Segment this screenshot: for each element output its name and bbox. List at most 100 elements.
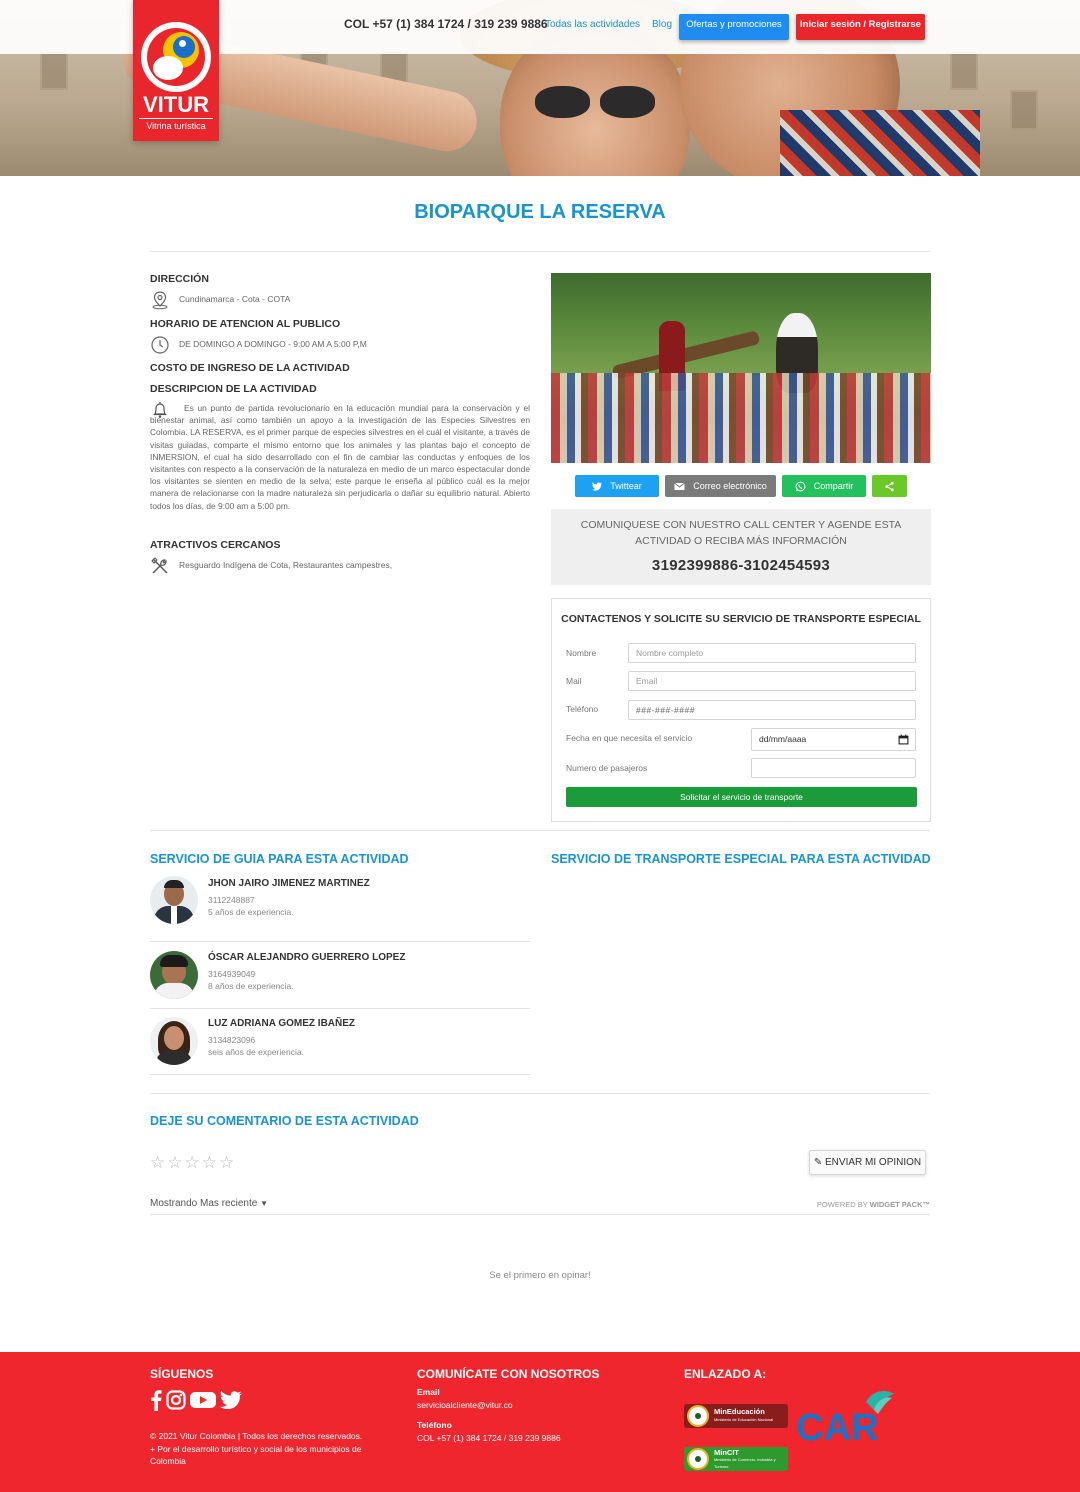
- colombia-seal-icon: [687, 1448, 709, 1470]
- nav-all-activities[interactable]: Todas las actividades: [545, 19, 640, 30]
- avatar: [150, 876, 198, 924]
- sort-dropdown[interactable]: Mostrando Mas reciente ▼: [150, 1198, 268, 1209]
- sort-value: Mas reciente: [200, 1198, 258, 1209]
- brand-name: VITUR: [143, 92, 209, 117]
- comments-title: DEJE SU COMENTARIO DE ESTA ACTIVIDAD: [150, 1114, 419, 1128]
- guide-experience: 5 años de experiencia.: [208, 907, 294, 917]
- passengers-input[interactable]: [751, 758, 916, 778]
- pencil-icon: ✎: [813, 1157, 823, 1168]
- contact-heading: COMUNÍCATE CON NOSOTROS: [417, 1367, 600, 1381]
- address-heading: DIRECCIÓN: [150, 273, 209, 285]
- form-title: CONTACTENOS Y SOLICITE SU SERVICIO DE TR…: [561, 613, 921, 625]
- brand-tagline: Vitrina turística: [139, 118, 213, 131]
- activity-photo: [551, 273, 931, 463]
- name-input[interactable]: Nombre completo: [628, 643, 916, 663]
- description-heading: DESCRIPCION DE LA ACTIVIDAD: [150, 383, 317, 395]
- divider: [150, 1214, 930, 1215]
- copyright: © 2021 Vitur Colombia | Todos los derech…: [150, 1430, 390, 1468]
- page-title: BIOPARQUE LA RESERVA: [414, 201, 666, 223]
- star-icon[interactable]: ☆: [219, 1153, 236, 1173]
- guide-name: ÓSCAR ALEJANDRO GUERRERO LOPEZ: [208, 952, 406, 963]
- header-phone: COL +57 (1) 384 1724 / 319 239 9886: [344, 17, 548, 31]
- guide-experience: 8 años de experiencia.: [208, 981, 294, 991]
- divider: [150, 251, 930, 252]
- copyright-text: © 2021 Vitur Colombia | Todos los derech…: [150, 1431, 363, 1441]
- caret-down-icon: ▼: [260, 1199, 268, 1208]
- email-label: Email: [417, 1387, 440, 1397]
- guide-name: LUZ ADRIANA GOMEZ IBAÑEZ: [208, 1018, 356, 1029]
- phone-label: Teléfono: [566, 704, 599, 714]
- whatsapp-share-button[interactable]: Compartir: [782, 475, 866, 497]
- transport-title: SERVICIO DE TRANSPORTE ESPECIAL PARA EST…: [551, 852, 931, 866]
- follow-heading: SÍGUENOS: [150, 1367, 214, 1381]
- guide-name: JHON JAIRO JIMENEZ MARTINEZ: [208, 878, 370, 889]
- footer-email-link[interactable]: servicioalcliente@vitur.co: [417, 1399, 561, 1412]
- mineducacion-logo[interactable]: MinEducación Ministerio de Educación Nac…: [684, 1404, 788, 1428]
- send-opinion-button[interactable]: ✎ ENVIAR MI OPINION: [809, 1150, 926, 1175]
- guide-card[interactable]: LUZ ADRIANA GOMEZ IBAÑEZ 3134823096 seis…: [150, 1009, 530, 1075]
- youtube-icon[interactable]: [190, 1390, 216, 1410]
- name-label: Nombre: [566, 648, 597, 658]
- phone-input[interactable]: ###-###-####: [628, 700, 916, 720]
- sort-prefix: Mostrando: [150, 1198, 198, 1209]
- guide-phone: 3164939049: [208, 969, 256, 979]
- address-value: Cundinamarca - Cota - COTA: [179, 294, 291, 304]
- divider: [150, 830, 930, 831]
- more-share-button[interactable]: [872, 475, 907, 497]
- date-input[interactable]: dd/mm/aaaa: [751, 728, 916, 751]
- mail-label: Mail: [566, 676, 582, 686]
- guide-card[interactable]: ÓSCAR ALEJANDRO GUERRERO LOPEZ 316493904…: [150, 943, 530, 1009]
- mission-text: + Por el desarrollo turístico y social d…: [150, 1443, 362, 1467]
- nearby-value: Resguardo Indígena de Cota, Restaurantes…: [179, 560, 393, 570]
- offers-button[interactable]: Ofertas y promociones: [679, 14, 789, 40]
- star-rating[interactable]: ☆☆☆☆☆: [150, 1153, 236, 1173]
- parrot-logo-icon: [141, 22, 211, 92]
- guides-title: SERVICIO DE GUIA PARA ESTA ACTIVIDAD: [150, 852, 409, 866]
- partner2-sub: Ministerio de Comercio, Industria y Turi…: [714, 1456, 776, 1469]
- guide-experience: seis años de experiencia.: [208, 1047, 304, 1057]
- date-label: Fecha en que necesita el servicio: [566, 733, 693, 743]
- social-links: [150, 1389, 242, 1411]
- divider: [150, 1093, 930, 1094]
- car-logo[interactable]: CAR: [796, 1384, 896, 1444]
- empty-comments-message: Se el primero en opinar!: [489, 1270, 591, 1281]
- vitur-logo[interactable]: VITUR Vitrina turística: [133, 0, 219, 141]
- mincit-logo[interactable]: MinCIT Ministerio de Comercio, Industria…: [684, 1447, 788, 1471]
- date-placeholder: dd/mm/aaaa: [759, 734, 807, 744]
- footer: SÍGUENOS © 2021 Vitur Colombia | Todos l…: [0, 1352, 1080, 1492]
- star-icon[interactable]: ☆: [202, 1153, 219, 1173]
- send-opinion-label: ENVIAR MI OPINION: [825, 1157, 922, 1168]
- whatsapp-label: Compartir: [813, 481, 854, 491]
- powered-brand: WIDGET PACK™: [869, 1200, 930, 1209]
- instagram-icon[interactable]: [166, 1390, 186, 1410]
- avatar: [150, 1017, 198, 1065]
- transport-request-form: CONTACTENOS Y SOLICITE SU SERVICIO DE TR…: [551, 598, 931, 822]
- email-share-button[interactable]: Correo electrónico: [665, 475, 776, 497]
- avatar: [150, 951, 198, 999]
- twitter-icon: [592, 481, 603, 491]
- star-icon[interactable]: ☆: [150, 1153, 167, 1173]
- guide-phone: 3134823096: [208, 1035, 256, 1045]
- nav-blog[interactable]: Blog: [652, 19, 672, 30]
- login-button[interactable]: Iniciar sesión / Registrarse: [796, 14, 925, 40]
- linked-heading: ENLAZADO A:: [684, 1367, 767, 1381]
- map-pin-icon: [152, 291, 168, 310]
- partner1-sub: Ministerio de Educación Nacional: [714, 1417, 774, 1422]
- star-icon[interactable]: ☆: [167, 1153, 184, 1173]
- guide-card[interactable]: JHON JAIRO JIMENEZ MARTINEZ 3112248887 5…: [150, 876, 530, 942]
- partner2-name: MinCIT: [714, 1447, 739, 1457]
- passengers-label: Numero de pasajeros: [566, 763, 648, 773]
- twitter-share-button[interactable]: Twittear: [575, 475, 659, 497]
- calendar-icon[interactable]: [898, 734, 909, 745]
- partner1-name: MinEducación: [714, 1407, 765, 1416]
- email-input[interactable]: Email: [628, 671, 916, 691]
- submit-transport-button[interactable]: Solicitar el servicio de transporte: [566, 787, 917, 807]
- facebook-icon[interactable]: [150, 1389, 162, 1411]
- email-label: Correo electrónico: [693, 481, 767, 491]
- powered-by[interactable]: POWERED BY WIDGET PACK™: [760, 1200, 930, 1209]
- hours-value: DE DOMINGO A DOMINGO - 9:00 AM A 5:00 P,…: [179, 339, 367, 349]
- star-icon[interactable]: ☆: [185, 1153, 202, 1173]
- twitter-icon[interactable]: [220, 1391, 242, 1409]
- colombia-seal-icon: [687, 1405, 709, 1427]
- tools-icon: [151, 557, 168, 574]
